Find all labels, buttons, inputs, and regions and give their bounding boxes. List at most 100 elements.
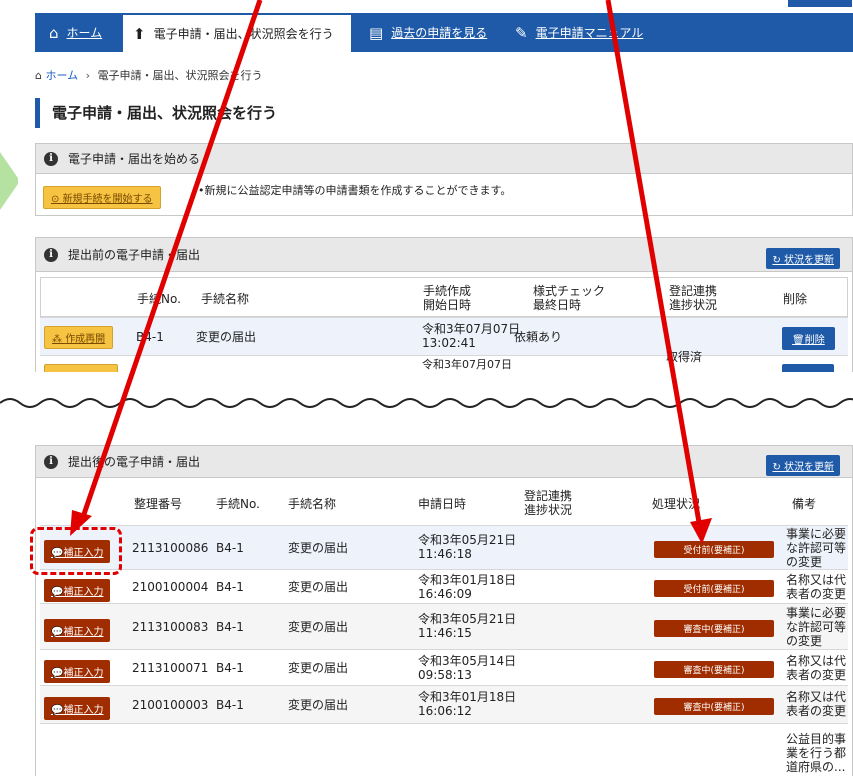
comment-icon: 💬: [51, 587, 64, 598]
nav-bar: ⌂ ホーム ⬆ 電子申請・届出、状況照会を行う ▤ 過去の申請を見る ✎ 電子申…: [35, 13, 853, 52]
cell-remark: の変更: [786, 634, 823, 648]
cell-remark: 事業に必要: [786, 606, 847, 620]
cell-time: 09:58:13: [418, 668, 472, 682]
info-icon: i: [44, 247, 58, 262]
cell-no: B4-1: [216, 698, 244, 712]
breadcrumb: ⌂ ホーム › 電子申請・届出、状況照会を行う: [35, 67, 263, 83]
header-check: 様式チェック: [533, 284, 606, 298]
resume-button[interactable]: [44, 364, 118, 372]
cell-remark: 表者の変更: [786, 668, 847, 682]
header-name: 手続名称: [288, 497, 337, 511]
cell-remark: な許認可等: [786, 541, 847, 555]
correction-button[interactable]: 💬補正入力: [44, 697, 111, 720]
cell-seq: 2113100083: [132, 620, 209, 634]
correction-button[interactable]: 💬補正入力: [44, 660, 111, 683]
top-navigation: ⌂ ホーム ⬆ 電子申請・届出、状況照会を行う ▤ 過去の申請を見る ✎ 電子申…: [0, 0, 853, 64]
header-delete: 削除: [783, 292, 808, 306]
start-panel-header: i 電子申請・届出を始める: [36, 144, 852, 174]
cell-remark: な許認可等: [786, 620, 847, 634]
cell-remark: 公益目的事: [786, 732, 847, 746]
header-status: 処理状況: [652, 497, 701, 511]
delete-button[interactable]: [782, 364, 834, 372]
cell-no: B4-1: [136, 330, 164, 344]
document-icon: ▤: [369, 23, 384, 42]
comment-icon: 💬: [51, 668, 64, 679]
resume-button[interactable]: ⁂ 作成再開: [44, 326, 114, 349]
start-panel-note: •新規に公益認定申請等の申請書類を作成することができます。: [198, 184, 512, 197]
cell-check: 依頼あり: [514, 330, 563, 344]
cell-time: 13:02:41: [422, 336, 476, 350]
nav-home[interactable]: ⌂ ホーム: [49, 13, 102, 52]
header-registry: 登記連携: [669, 284, 718, 298]
page-title: 電子申請・届出、状況照会を行う: [35, 98, 277, 128]
cell-no: B4-1: [216, 661, 244, 675]
post-refresh-button[interactable]: ↻ 状況を更新: [766, 455, 840, 476]
upload-icon: ⬆: [133, 24, 146, 43]
header-registry-2: 進捗状況: [524, 503, 573, 517]
highlight-dashed-box: [30, 527, 122, 575]
header-date: 申請日時: [418, 497, 467, 511]
header-seq: 整理番号: [134, 497, 183, 511]
nav-e-application[interactable]: ⬆ 電子申請・届出、状況照会を行う: [121, 13, 353, 52]
start-panel: i 電子申請・届出を始める ⊙ 新規手続を開始する •新規に公益認定申請等の申請…: [35, 143, 853, 216]
cell-no: B4-1: [216, 580, 244, 594]
header-name: 手続名称: [201, 292, 250, 306]
cell-no: B4-1: [216, 541, 244, 555]
edit-icon: ✎: [515, 23, 528, 42]
cell-date: 令和3年05月21日: [418, 533, 517, 547]
table-row: 💬補正入力 2113100071 B4-1 変更の届出 令和3年05月14日 0…: [40, 649, 848, 685]
header-no: 手続No.: [137, 292, 181, 306]
info-icon: i: [44, 151, 58, 166]
info-icon: i: [44, 454, 58, 469]
spinner-icon: ⁂: [52, 334, 66, 345]
correction-button[interactable]: 💬補正入力: [44, 619, 111, 642]
table-row: 公益目的事 業を行う都 道府県の...: [40, 723, 848, 776]
cell-seq: 2113100071: [132, 661, 209, 675]
pre-table: 手続No. 手続名称 手続作成 開始日時 様式チェック 最終日時 登記連携 進捗…: [36, 272, 852, 372]
breadcrumb-home[interactable]: ホーム: [45, 69, 78, 82]
cell-name: 変更の届出: [288, 541, 349, 555]
cell-remark: 事業に必要: [786, 527, 847, 541]
nav-manual[interactable]: ✎ 電子申請マニュアル: [515, 13, 643, 52]
cell-date: 令和3年01月18日: [418, 573, 517, 587]
cell-time: 11:46:18: [418, 547, 472, 561]
comment-icon: 💬: [51, 705, 64, 716]
corner-tab[interactable]: [787, 0, 853, 8]
new-procedure-button[interactable]: ⊙ 新規手続を開始する: [43, 186, 161, 209]
delete-button[interactable]: 🗑削除: [782, 327, 835, 350]
header-registry: 登記連携: [524, 489, 573, 503]
cell-remark: 名称又は代: [786, 690, 847, 704]
cell-date: 令和3年07月07日: [422, 358, 512, 371]
cell-name: 変更の届出: [288, 620, 349, 634]
pre-panel-title: 提出前の電子申請・届出: [68, 248, 201, 262]
header-created: 手続作成: [423, 284, 472, 298]
header-remark: 備考: [792, 497, 817, 511]
refresh-icon: ↻: [772, 462, 784, 473]
post-table-header: 整理番号 手続No. 手続名称 申請日時 登記連携 進捗状況 処理状況 備考: [40, 483, 848, 525]
pre-panel-header: i 提出前の電子申請・届出 ↻ 状況を更新: [36, 238, 852, 272]
post-submission-panel: i 提出後の電子申請・届出 ↻ 状況を更新 整理番号 手続No. 手続名称 申請…: [35, 445, 853, 776]
cell-date: 令和3年07月07日: [422, 322, 521, 336]
start-panel-body: ⊙ 新規手続を開始する •新規に公益認定申請等の申請書類を作成することができます…: [36, 174, 852, 214]
table-row: 💬補正入力 2113100083 B4-1 変更の届出 令和3年05月21日 1…: [40, 603, 848, 649]
cell-seq: 2100100004: [132, 580, 209, 594]
correction-button[interactable]: 💬補正入力: [44, 579, 111, 602]
header-no: 手続No.: [216, 497, 260, 511]
pre-refresh-button[interactable]: ↻ 状況を更新: [766, 248, 840, 269]
breadcrumb-current: 電子申請・届出、状況照会を行う: [97, 69, 263, 82]
cell-name: 変更の届出: [288, 580, 349, 594]
nav-past-applications[interactable]: ▤ 過去の申請を見る: [369, 13, 487, 52]
cell-date: 令和3年05月14日: [418, 654, 517, 668]
post-panel-title: 提出後の電子申請・届出: [68, 455, 201, 469]
cell-time: 16:46:09: [418, 587, 472, 601]
trash-icon: 🗑: [792, 335, 805, 346]
status-badge: 審査中(要補正): [654, 620, 774, 637]
cell-date: 令和3年05月21日: [418, 612, 517, 626]
cell-remark: 道府県の...: [786, 760, 846, 774]
status-badge: 受付前(要補正): [654, 541, 774, 558]
cell-time: 11:46:15: [418, 626, 472, 640]
cell-remark: 業を行う都: [786, 746, 847, 760]
cell-remark: 名称又は代: [786, 654, 847, 668]
comment-icon: 💬: [51, 627, 64, 638]
clock-icon: ⊙: [51, 194, 63, 205]
